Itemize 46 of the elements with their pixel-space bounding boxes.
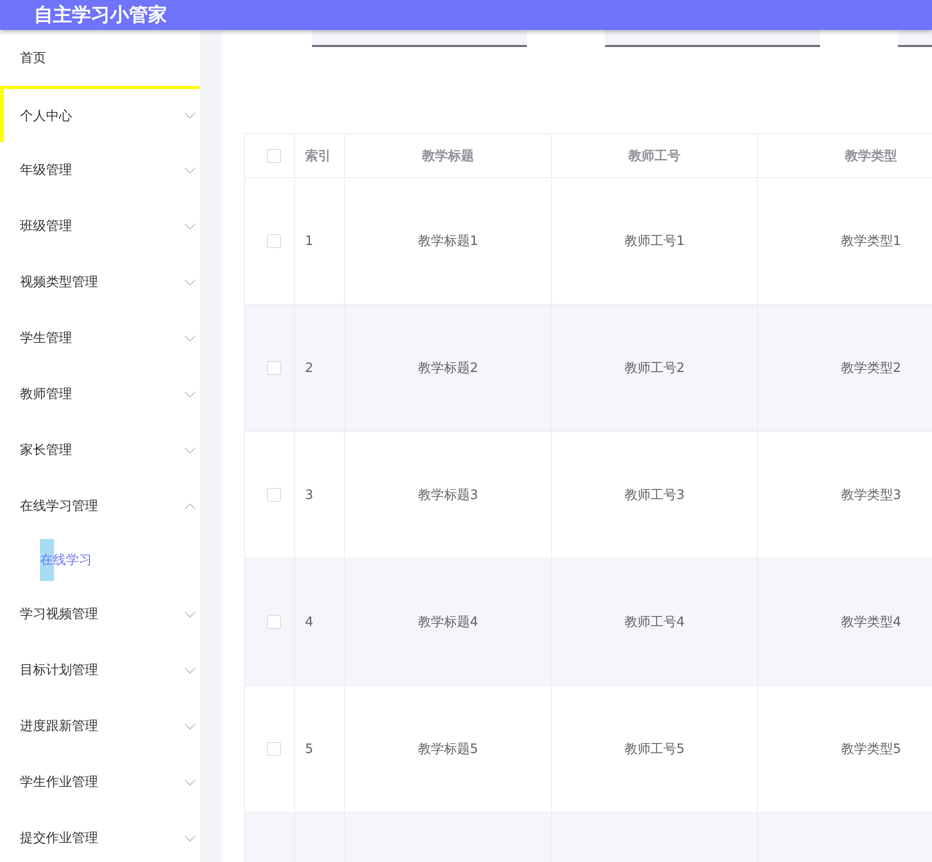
- checkbox[interactable]: [267, 615, 281, 629]
- menu-item[interactable]: 首页: [0, 30, 200, 86]
- table-cell-text: 教师工号5: [624, 741, 685, 758]
- table-cell-text: 教学标题4: [418, 614, 478, 631]
- checkbox[interactable]: [267, 742, 281, 756]
- table-cell-text: 教学标题2: [418, 360, 478, 377]
- menu-item[interactable]: 年级管理: [0, 142, 200, 198]
- checkbox[interactable]: [267, 361, 281, 375]
- column-header: 教学类型: [845, 148, 897, 164]
- table-cell: 1: [305, 234, 314, 248]
- menu-item[interactable]: 在线学习管理: [0, 478, 200, 534]
- table-cell-text: 教师工号4: [624, 614, 685, 631]
- table-cell-text: 教师工号2: [624, 360, 685, 377]
- table-cell-text: 教学类型4: [840, 614, 902, 631]
- menu-item[interactable]: 学生作业管理: [0, 754, 200, 810]
- checkbox[interactable]: [267, 488, 281, 502]
- menu-item[interactable]: 视频类型管理: [0, 254, 200, 310]
- column-header: 教师工号: [628, 148, 680, 164]
- table-cell-text: 教学类型1: [840, 233, 902, 250]
- table-cell-text: 教学标题5: [418, 741, 478, 758]
- app-title: 自主学习小管家: [34, 3, 167, 28]
- menu-item[interactable]: 家长管理: [0, 422, 200, 478]
- menu-item[interactable]: 教师管理: [0, 366, 200, 422]
- column-header: 索引: [305, 148, 331, 164]
- checkbox[interactable]: [267, 148, 281, 162]
- menu-item[interactable]: 学习视频管理: [0, 586, 200, 642]
- filter-field[interactable]: [312, 30, 527, 47]
- table-cell-text: 教学类型3: [840, 487, 902, 504]
- table-cell-text: 教学标题1: [418, 233, 478, 250]
- table-cell-text: 教学标题3: [418, 487, 478, 504]
- table-cell-text: 教师工号3: [624, 487, 685, 504]
- table-cell: 3: [305, 488, 314, 502]
- menu-item[interactable]: 提交作业管理: [0, 810, 200, 862]
- menu-item[interactable]: 班级管理: [0, 198, 200, 254]
- checkbox[interactable]: [267, 234, 281, 248]
- table-cell: 2: [305, 360, 314, 376]
- column-header: 教学标题: [422, 148, 474, 164]
- menu-item[interactable]: 目标计划管理: [0, 642, 200, 698]
- menu-item[interactable]: 学生管理: [0, 310, 200, 366]
- menu-item[interactable]: 进度跟新管理: [0, 698, 200, 754]
- table-cell: 4: [305, 614, 314, 630]
- table-cell: 5: [305, 742, 314, 756]
- table-cell-text: 教师工号1: [624, 233, 685, 250]
- filter-field[interactable]: [605, 30, 820, 47]
- table-cell-text: 教学类型2: [840, 360, 902, 377]
- table-cell-text: 教学类型5: [840, 741, 902, 758]
